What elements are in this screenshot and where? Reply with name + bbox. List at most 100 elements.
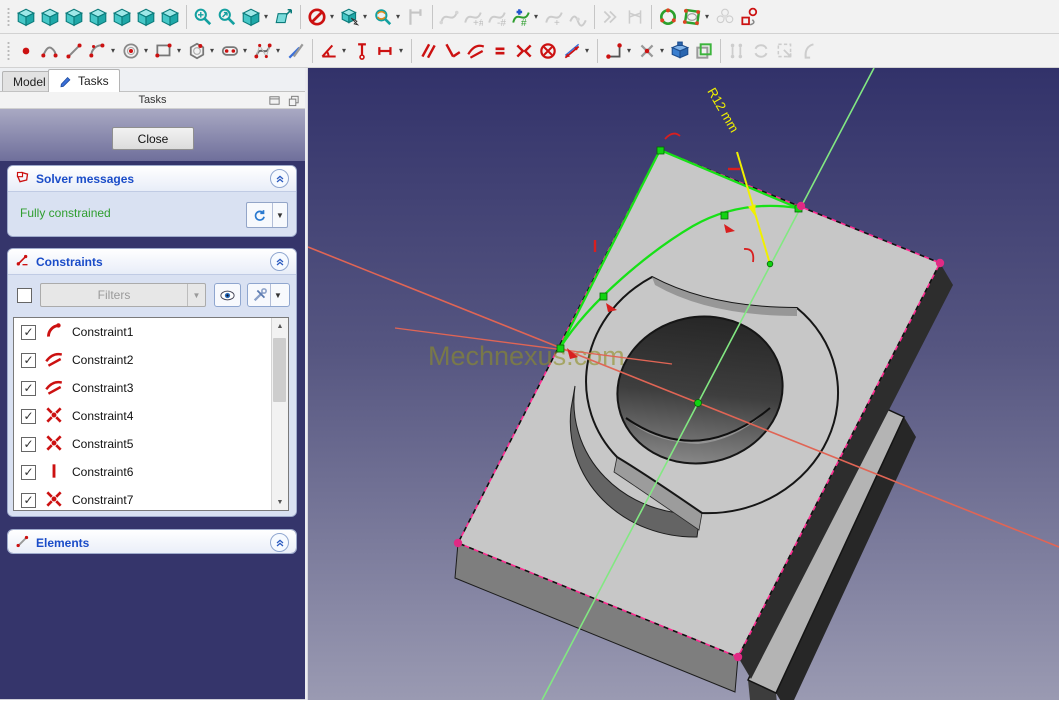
constrain-parallel-button[interactable] <box>416 37 440 65</box>
convert-to-bspline-button[interactable]: ▾ <box>680 3 713 31</box>
chevron-down-icon[interactable]: ▾ <box>625 46 633 55</box>
constraint-row[interactable]: ✓ Constraint7 <box>14 486 288 510</box>
map-sketch-to-face-button[interactable] <box>668 37 692 65</box>
collapse-chevron-icon[interactable] <box>270 252 289 271</box>
constraint-settings-button[interactable]: ▼ <box>247 283 290 307</box>
close-button[interactable]: Close <box>112 127 194 150</box>
bspline-insert-knot-button[interactable]: # ▾ <box>509 3 542 31</box>
constraint-checkbox[interactable]: ✓ <box>21 324 36 340</box>
switch-virtual-space-button[interactable] <box>692 37 716 65</box>
constraint-checkbox[interactable]: ✓ <box>21 436 36 452</box>
chevron-down-icon[interactable]: ▾ <box>658 46 666 55</box>
filters-combo[interactable]: Filters ▼ <box>40 283 206 307</box>
chevron-down-icon[interactable]: ▾ <box>241 46 249 55</box>
chevron-down-icon[interactable]: ▾ <box>394 12 402 21</box>
constraint-row[interactable]: ✓ Constraint1 <box>14 318 288 346</box>
bspline-increase-degree-button[interactable]: +# <box>461 3 485 31</box>
view-right-button[interactable] <box>86 3 110 31</box>
chevron-down-icon[interactable]: ▾ <box>142 46 150 55</box>
constrain-horizontal-distance-button[interactable]: ▾ <box>374 37 407 65</box>
constraint-row[interactable]: ✓ Constraint3 <box>14 374 288 402</box>
validate-sketch-button[interactable] <box>737 3 761 31</box>
draw-style-button[interactable]: ▾ <box>239 3 272 31</box>
constraint-row[interactable]: ✓ Constraint6 <box>14 458 288 486</box>
carbon-copy-button[interactable] <box>797 37 821 65</box>
constrain-perpendicular-button[interactable] <box>440 37 464 65</box>
chevron-down-icon[interactable]: ▾ <box>340 46 348 55</box>
chevron-down-icon[interactable]: ▾ <box>532 12 540 21</box>
zoom-selection-button[interactable] <box>215 3 239 31</box>
chevron-down-icon[interactable]: ▾ <box>703 12 711 21</box>
scrollbar-thumb[interactable] <box>273 338 286 402</box>
solver-refresh-button[interactable] <box>247 203 272 227</box>
create-polygon-button[interactable]: ▾ <box>185 37 218 65</box>
constrain-angle-button[interactable]: ▾ <box>317 37 350 65</box>
chevron-down-icon[interactable]: ▾ <box>109 46 117 55</box>
constrain-symmetric-button[interactable] <box>512 37 536 65</box>
chevron-down-icon[interactable]: ▾ <box>175 46 183 55</box>
constrain-point-on-object-button[interactable]: ▾ <box>635 37 668 65</box>
chevron-down-icon[interactable]: ▾ <box>274 46 282 55</box>
create-periodic-bspline-button[interactable] <box>656 3 680 31</box>
create-rectangle-button[interactable]: ▾ <box>152 37 185 65</box>
bspline-merge-knots-button[interactable] <box>566 3 590 31</box>
constraint-checkbox[interactable]: ✓ <box>21 352 36 368</box>
constraint-checkbox[interactable]: ✓ <box>21 492 36 508</box>
undock-panel-icon[interactable] <box>287 94 300 110</box>
chevron-down-icon[interactable]: ▾ <box>361 12 369 21</box>
view-isometric-button[interactable] <box>14 3 38 31</box>
constrain-equal-button[interactable] <box>488 37 512 65</box>
chevron-down-icon[interactable]: ▾ <box>397 46 405 55</box>
toolbar-grip[interactable] <box>5 5 11 28</box>
mirror-sketch-button[interactable] <box>713 3 737 31</box>
view-rear-button[interactable] <box>110 3 134 31</box>
constrain-block-button[interactable] <box>536 37 560 65</box>
create-line-button[interactable] <box>62 37 86 65</box>
constrain-coincident-button[interactable]: ▾ <box>602 37 635 65</box>
constrain-vertical-distance-button[interactable] <box>350 37 374 65</box>
trim-edge-button[interactable] <box>623 3 647 31</box>
filter-checkbox[interactable] <box>17 288 32 303</box>
create-point-button[interactable] <box>14 37 38 65</box>
create-polyline-button[interactable] <box>38 37 62 65</box>
constraint-row[interactable]: ✓ Constraint4 <box>14 402 288 430</box>
constraint-checkbox[interactable]: ✓ <box>21 464 36 480</box>
collapse-chevron-icon[interactable] <box>270 533 289 552</box>
elements-header[interactable]: Elements <box>8 530 296 553</box>
split-edge-button[interactable] <box>599 3 623 31</box>
solver-refresh-dropdown[interactable]: ▼ <box>272 203 287 227</box>
create-arc-button[interactable]: ▾ <box>86 37 119 65</box>
measure-distance-button[interactable] <box>404 3 428 31</box>
constraint-checkbox[interactable]: ✓ <box>21 408 36 424</box>
select-elements-info-button[interactable] <box>749 37 773 65</box>
3d-viewport[interactable]: Mechnexus.com R12 mm <box>307 67 1059 703</box>
view-left-button[interactable] <box>158 3 182 31</box>
constraint-row[interactable]: ✓ Constraint5 <box>14 430 288 458</box>
create-slot-button[interactable]: ▾ <box>218 37 251 65</box>
toolbar-grip[interactable] <box>5 39 11 62</box>
constraints-header[interactable]: Constraints <box>8 249 296 274</box>
collapse-chevron-icon[interactable] <box>270 169 289 188</box>
clipping-plane-button[interactable]: ▾ <box>305 3 338 31</box>
view-bottom-button[interactable] <box>134 3 158 31</box>
constraint-checkbox[interactable]: ✓ <box>21 380 36 396</box>
create-bspline-button[interactable]: ▾ <box>251 37 284 65</box>
float-panel-icon[interactable] <box>268 94 281 110</box>
bspline-decrease-degree-button[interactable]: -# <box>485 3 509 31</box>
bspline-show-information-button[interactable] <box>437 3 461 31</box>
chevron-down-icon[interactable]: ▾ <box>583 46 591 55</box>
chevron-down-icon[interactable]: ▾ <box>328 12 336 21</box>
constraint-row[interactable]: ✓ Constraint2 <box>14 346 288 374</box>
chevron-down-icon[interactable]: ▾ <box>262 12 270 21</box>
tab-tasks[interactable]: Tasks <box>48 69 120 92</box>
constrain-tangent-button[interactable] <box>464 37 488 65</box>
box-element-selection-button[interactable]: ▾ <box>338 3 371 31</box>
scroll-up-icon[interactable]: ▲ <box>272 318 288 334</box>
chevron-down-icon[interactable]: ▾ <box>208 46 216 55</box>
show-hide-constraints-button[interactable] <box>214 283 241 307</box>
select-origin-button[interactable] <box>773 37 797 65</box>
select-associated-constraints-button[interactable] <box>725 37 749 65</box>
constraint-list-scrollbar[interactable]: ▲ ▼ <box>271 318 288 510</box>
constrain-distance-button[interactable]: ▾ <box>560 37 593 65</box>
solver-messages-header[interactable]: Solver messages <box>8 166 296 191</box>
